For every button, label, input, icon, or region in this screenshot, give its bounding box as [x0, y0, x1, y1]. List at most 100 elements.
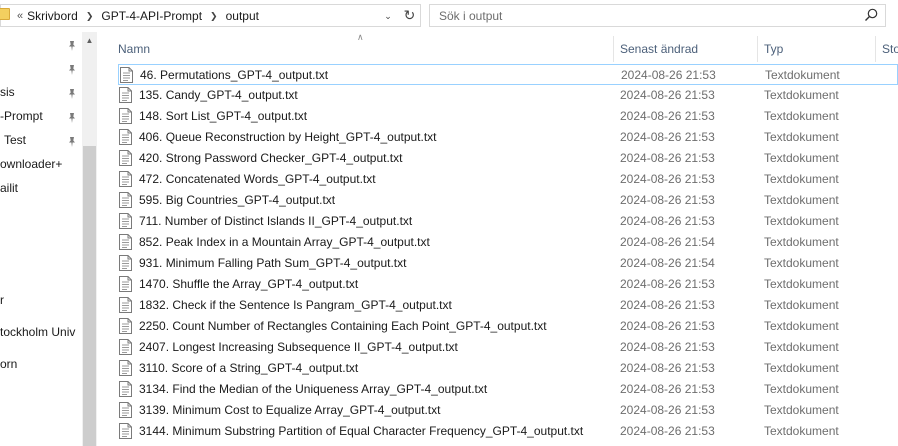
file-row[interactable]: 2407. Longest Increasing Subsequence II_…	[118, 337, 898, 358]
chevron-down-icon[interactable]: ⌄	[381, 8, 395, 24]
search-icon[interactable]	[863, 7, 879, 23]
column-header-name[interactable]: Namn	[118, 36, 150, 62]
file-row[interactable]: 406. Queue Reconstruction by Height_GPT-…	[118, 127, 898, 148]
text-file-icon	[120, 67, 133, 83]
pin-icon[interactable]	[67, 88, 77, 100]
text-file-icon	[119, 318, 132, 334]
file-list: ∧ Namn Senast ändrad Typ Sto 46. Permuta…	[97, 32, 898, 446]
file-name: 3110. Score of a String_GPT-4_output.txt	[139, 361, 359, 375]
file-name: 472. Concatenated Words_GPT-4_output.txt	[139, 172, 376, 186]
file-name: 852. Peak Index in a Mountain Array_GPT-…	[139, 235, 430, 249]
column-divider[interactable]	[875, 36, 876, 62]
sort-ascending-icon: ∧	[357, 32, 364, 42]
file-type: Textdokument	[765, 68, 840, 82]
text-file-icon	[119, 360, 132, 376]
search-box[interactable]	[429, 4, 886, 27]
file-row[interactable]: 472. Concatenated Words_GPT-4_output.txt…	[118, 169, 898, 190]
file-row[interactable]: 931. Minimum Falling Path Sum_GPT-4_outp…	[118, 253, 898, 274]
file-type: Textdokument	[764, 361, 839, 375]
nav-item[interactable]	[0, 208, 82, 230]
file-name: 3139. Minimum Cost to Equalize Array_GPT…	[139, 403, 441, 417]
text-file-icon	[119, 339, 132, 355]
file-row[interactable]: 2250. Count Number of Rectangles Contain…	[118, 316, 898, 337]
nav-item-label: orn	[0, 357, 18, 371]
column-header-type[interactable]: Typ	[764, 36, 783, 62]
file-row[interactable]: 3134. Find the Median of the Uniqueness …	[118, 379, 898, 400]
pin-icon[interactable]	[67, 40, 77, 52]
file-row[interactable]: 135. Candy_GPT-4_output.txt 2024-08-26 21…	[118, 85, 898, 106]
file-type: Textdokument	[764, 403, 839, 417]
file-row[interactable]: 420. Strong Password Checker_GPT-4_outpu…	[118, 148, 898, 169]
search-input[interactable]	[430, 5, 850, 26]
file-row[interactable]: 1832. Check if the Sentence Is Pangram_G…	[118, 295, 898, 316]
text-file-icon	[119, 381, 132, 397]
file-modified: 2024-08-26 21:53	[620, 151, 715, 165]
breadcrumb-overflow-icon[interactable]: «	[17, 10, 23, 22]
text-file-icon	[119, 192, 132, 208]
breadcrumb: « Skrivbord ❯ GPT-4-API-Prompt ❯ output	[17, 8, 259, 24]
file-row[interactable]: 1470. Shuffle the Array_GPT-4_output.txt…	[118, 274, 898, 295]
nav-item-label: ownloader+	[0, 157, 63, 171]
column-divider[interactable]	[613, 36, 614, 62]
file-modified: 2024-08-26 21:53	[620, 361, 715, 375]
file-name: 1470. Shuffle the Array_GPT-4_output.txt	[139, 277, 359, 291]
column-header-modified[interactable]: Senast ändrad	[620, 36, 698, 62]
file-modified: 2024-08-26 21:53	[620, 403, 715, 417]
column-divider[interactable]	[757, 36, 758, 62]
file-row[interactable]: 148. Sort List_GPT-4_output.txt 2024-08-2…	[118, 106, 898, 127]
pin-icon[interactable]	[67, 64, 77, 76]
text-file-icon	[119, 213, 132, 229]
file-row[interactable]: 3110. Score of a String_GPT-4_output.txt…	[118, 358, 898, 379]
file-modified: 2024-08-26 21:53	[620, 88, 715, 102]
file-name: 931. Minimum Falling Path Sum_GPT-4_outp…	[139, 256, 407, 270]
pin-icon[interactable]	[67, 136, 77, 148]
text-file-icon	[119, 423, 132, 439]
breadcrumb-item-project[interactable]: GPT-4-API-Prompt	[101, 9, 202, 23]
text-file-icon	[119, 108, 132, 124]
nav-item[interactable]	[0, 318, 82, 340]
scroll-thumb[interactable]	[83, 146, 96, 446]
text-file-icon	[119, 297, 132, 313]
file-row[interactable]: 46. Permutations_GPT-4_output.txt 2024-08…	[118, 64, 898, 85]
file-type: Textdokument	[764, 214, 839, 228]
file-name: 135. Candy_GPT-4_output.txt	[139, 88, 298, 102]
file-name: 2250. Count Number of Rectangles Contain…	[139, 319, 547, 333]
breadcrumb-item-desktop[interactable]: Skrivbord	[27, 9, 78, 23]
file-modified: 2024-08-26 21:53	[620, 424, 715, 438]
chevron-right-icon[interactable]: ❯	[86, 11, 94, 22]
file-name: 1832. Check if the Sentence Is Pangram_G…	[139, 298, 452, 312]
file-type: Textdokument	[764, 277, 839, 291]
nav-item[interactable]	[0, 230, 82, 252]
file-type: Textdokument	[764, 130, 839, 144]
file-row[interactable]: 595. Big Countries_GPT-4_output.txt 2024-…	[118, 190, 898, 211]
file-type: Textdokument	[764, 151, 839, 165]
refresh-icon[interactable]: ↻	[399, 6, 419, 25]
file-row[interactable]: 852. Peak Index in a Mountain Array_GPT-…	[118, 232, 898, 253]
file-name: 3134. Find the Median of the Uniqueness …	[139, 382, 488, 396]
address-bar[interactable]: « Skrivbord ❯ GPT-4-API-Prompt ❯ output …	[0, 4, 421, 27]
file-type: Textdokument	[764, 382, 839, 396]
chevron-right-icon[interactable]: ❯	[210, 11, 218, 22]
folder-icon	[0, 8, 10, 20]
nav-item[interactable]: r	[0, 289, 82, 311]
file-name: 2407. Longest Increasing Subsequence II_…	[139, 340, 458, 354]
file-row[interactable]: 3144. Minimum Substring Partition of Equ…	[118, 421, 898, 442]
breadcrumb-item-output[interactable]: output	[226, 9, 259, 23]
file-type: Textdokument	[764, 424, 839, 438]
file-modified: 2024-08-26 21:54	[620, 256, 715, 270]
pin-icon[interactable]	[67, 112, 77, 124]
scroll-up-icon[interactable]: ▲	[82, 32, 97, 49]
text-file-icon	[119, 255, 132, 271]
nav-item[interactable]: ownloader+	[0, 153, 82, 175]
nav-scrollbar[interactable]: ▲	[82, 32, 97, 446]
nav-item[interactable]: orn	[0, 353, 82, 375]
nav-item-label: r	[0, 293, 4, 307]
column-header-size[interactable]: Sto	[882, 36, 898, 62]
file-row[interactable]: 3139. Minimum Cost to Equalize Array_GPT…	[118, 400, 898, 421]
file-type: Textdokument	[764, 319, 839, 333]
file-row[interactable]: 711. Number of Distinct Islands II_GPT-4…	[118, 211, 898, 232]
nav-item[interactable]	[0, 186, 82, 208]
text-file-icon	[119, 87, 132, 103]
file-modified: 2024-08-26 21:53	[620, 193, 715, 207]
nav-item[interactable]	[0, 252, 82, 274]
